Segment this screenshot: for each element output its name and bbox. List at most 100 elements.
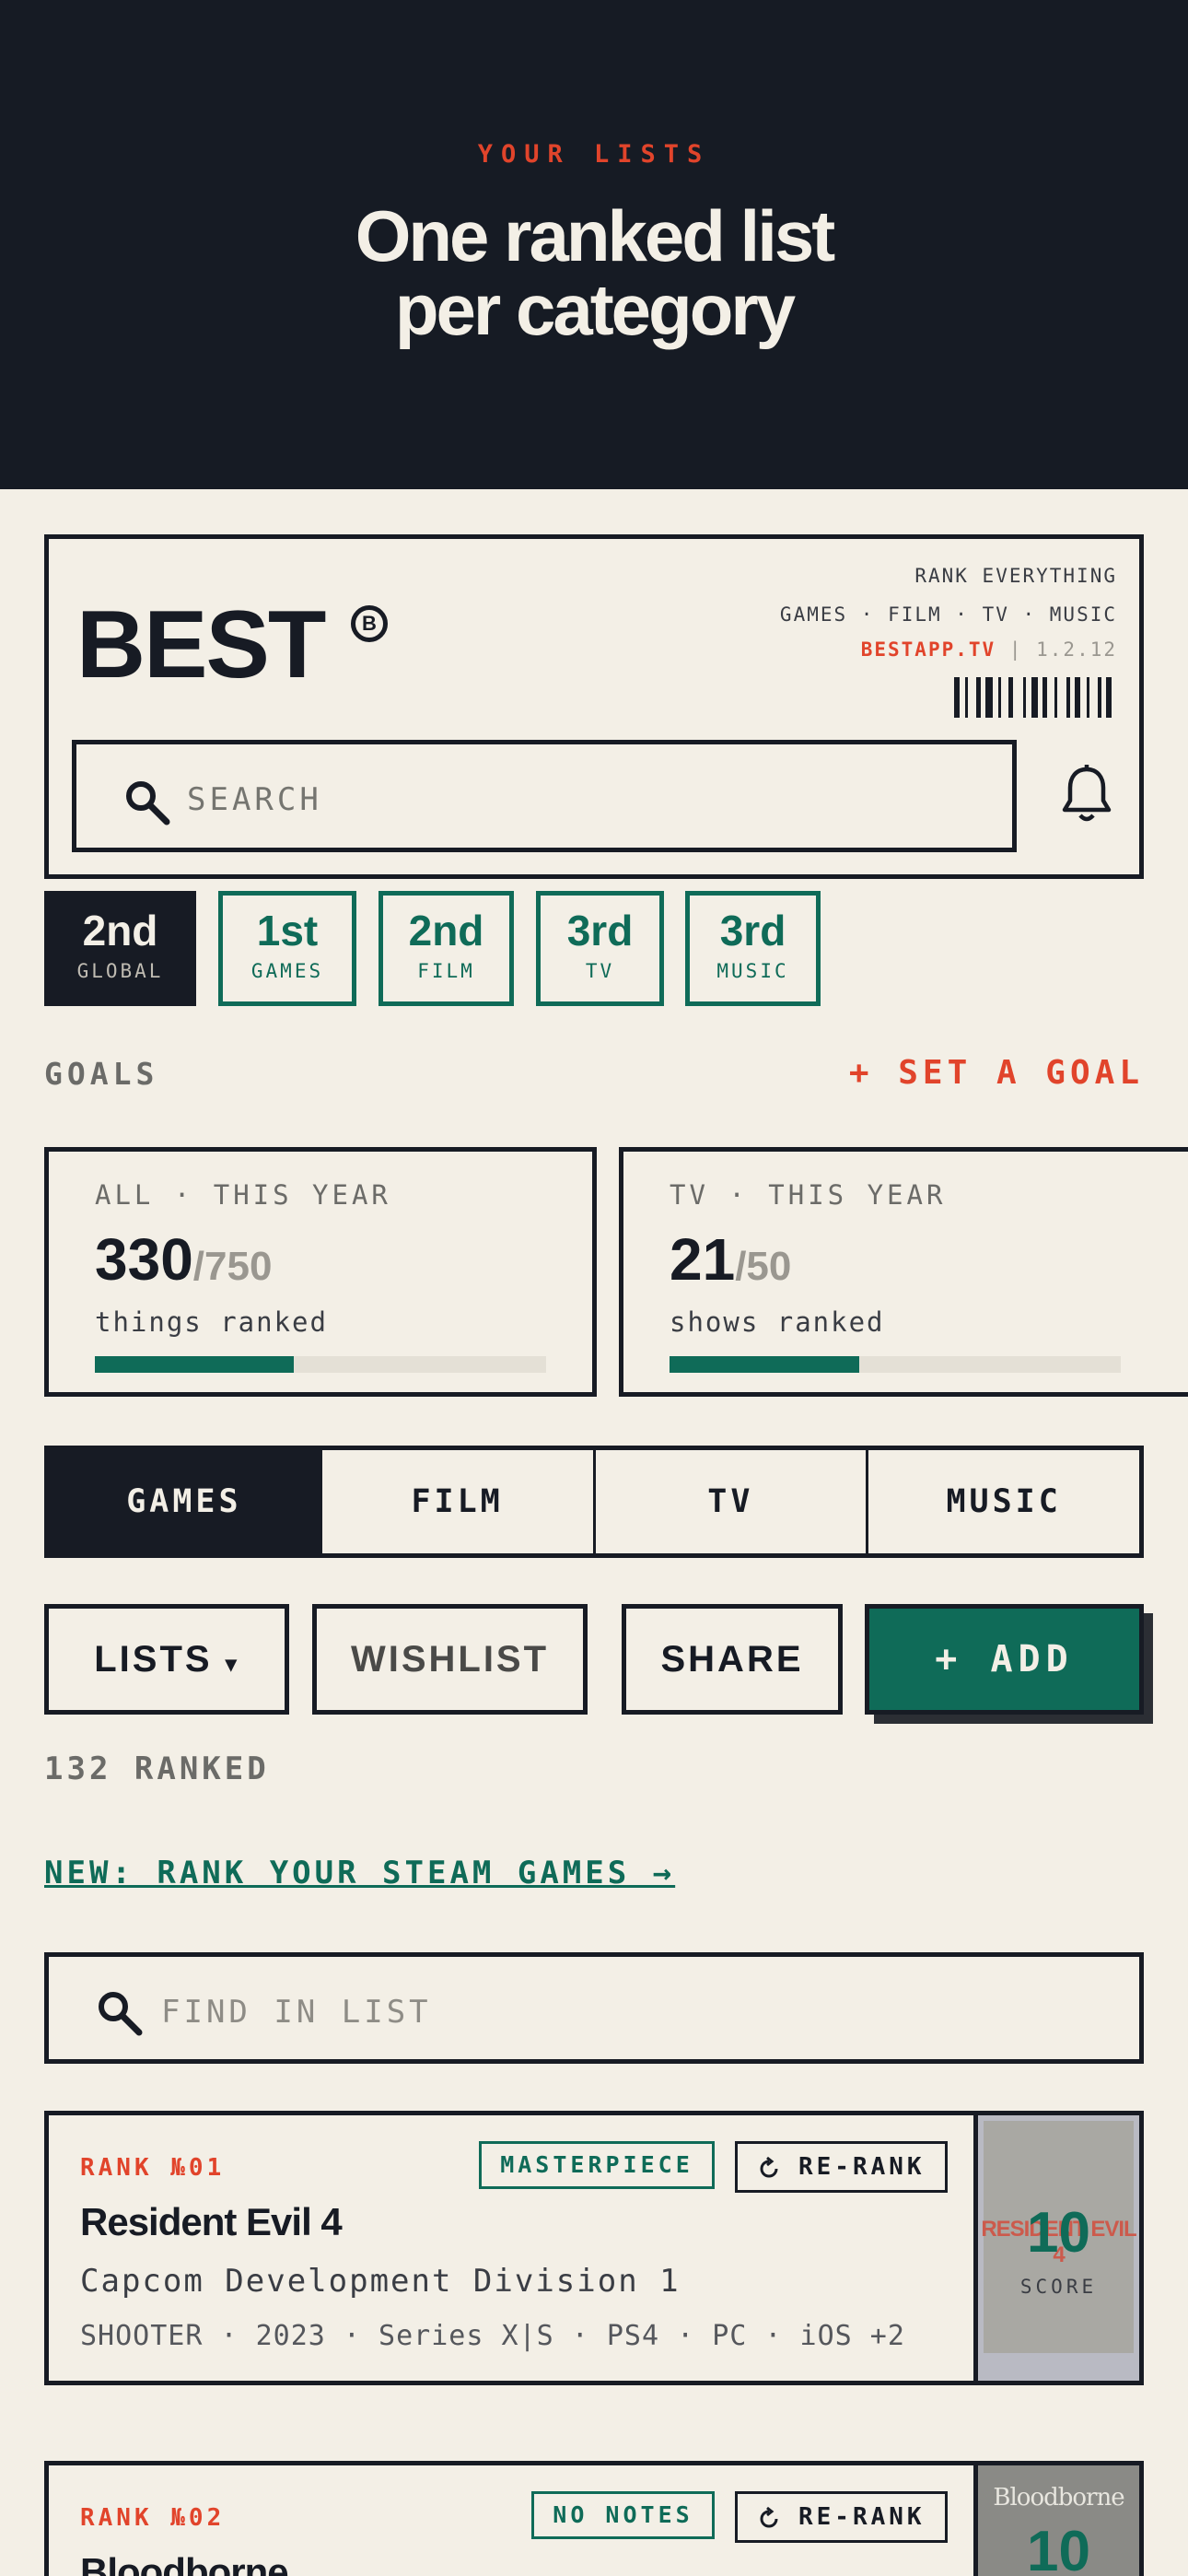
goal-progress-fill	[95, 1356, 294, 1373]
version-number: 1.2.12	[1036, 638, 1117, 661]
rerank-button[interactable]: RE-RANK	[735, 2491, 948, 2543]
search-icon	[99, 1992, 143, 2036]
tagline: RANK EVERYTHING	[914, 565, 1117, 587]
goal-category: ALL · THIS YEAR	[95, 1179, 391, 1211]
item-title: Bloodborne	[80, 2550, 289, 2576]
item-score: 10	[1027, 2520, 1090, 2576]
ranked-count: 132 RANKED	[44, 1751, 270, 1787]
list-item[interactable]: RANK №02 NO NOTES RE-RANK Bloodborne Blo…	[44, 2461, 1144, 2576]
rank-value: 3rd	[719, 907, 786, 954]
tab-film[interactable]: FILM	[319, 1450, 593, 1553]
item-studio: Capcom Development Division 1	[80, 2263, 681, 2300]
barcode-bar	[968, 677, 976, 718]
app-logo: BEST	[76, 591, 326, 698]
rank-label: FILM	[417, 960, 475, 982]
item-rank: RANK №02	[80, 2504, 226, 2532]
category-tabs: GAMES FILM TV MUSIC	[44, 1446, 1144, 1558]
list-item[interactable]: RANK №01 MASTERPIECE RE-RANK Resident Ev…	[44, 2111, 1144, 2385]
brand-card: BEST B RANK EVERYTHING GAMES · FILM · TV…	[44, 534, 1144, 879]
rank-badge-music[interactable]: 3rd MUSIC	[685, 891, 821, 1006]
rank-value: 2nd	[82, 907, 158, 954]
barcode-bar	[1057, 677, 1066, 718]
find-input[interactable]: FIND IN LIST	[161, 1994, 432, 2031]
site-version: BESTAPP.TV | 1.2.12	[861, 638, 1117, 661]
rerank-label: RE-RANK	[798, 2153, 926, 2181]
refresh-icon	[760, 2506, 778, 2528]
steam-import-link[interactable]: NEW: RANK YOUR STEAM GAMES →	[44, 1855, 675, 1891]
search-icon	[126, 781, 170, 825]
registered-mark: B	[351, 605, 388, 642]
barcode-bar	[1080, 677, 1087, 718]
lists-label: LISTS	[94, 1639, 213, 1680]
hero-eyebrow: YOUR LISTS	[477, 140, 711, 169]
bell-icon[interactable]	[1058, 764, 1115, 825]
lists-dropdown-button[interactable]: LISTS ▾	[44, 1604, 289, 1715]
item-score: 10	[1027, 2201, 1090, 2265]
barcode-bar	[1001, 677, 1008, 718]
item-meta: SHOOTER · 2023 · Series X|S · PS4 · PC ·…	[80, 2320, 905, 2352]
add-button[interactable]: + ADD	[865, 1604, 1144, 1715]
tab-music[interactable]: MUSIC	[866, 1450, 1139, 1553]
rank-value: 3rd	[566, 907, 634, 954]
item-cover: RESIDENT EVIL 4 10 SCORE	[973, 2115, 1139, 2381]
goal-progress-count: 21/50	[670, 1225, 791, 1294]
goal-description: things ranked	[95, 1306, 328, 1338]
rank-label: TV	[585, 960, 615, 982]
hero-title-line-2: per category	[394, 269, 796, 350]
goals-heading: GOALS	[44, 1056, 159, 1092]
goal-progress-bar	[95, 1356, 546, 1373]
barcode-bar	[985, 677, 993, 718]
hero-title-line-1: One ranked list	[355, 195, 836, 276]
separator: |	[1008, 638, 1023, 661]
goal-progress-count: 330/750	[95, 1225, 272, 1294]
rank-label: GAMES	[250, 960, 324, 982]
rank-badge-global[interactable]: 2nd GLOBAL	[44, 891, 196, 1006]
item-tag: MASTERPIECE	[479, 2141, 715, 2189]
goal-target: /750	[192, 1244, 273, 1289]
set-goal-button[interactable]: + SET A GOAL	[849, 1054, 1144, 1092]
rank-badge-games[interactable]: 1st GAMES	[218, 891, 356, 1006]
goal-count: 330	[95, 1226, 193, 1293]
barcode-bar	[1089, 677, 1098, 718]
barcode-bar	[1031, 677, 1038, 718]
item-cover: Bloodborne 10	[973, 2465, 1139, 2576]
goal-progress-fill	[670, 1356, 859, 1373]
categories-line: GAMES · FILM · TV · MUSIC	[779, 603, 1117, 626]
cover-art-text: Bloodborne	[993, 2484, 1124, 2512]
barcode-bar	[1013, 677, 1023, 718]
rerank-button[interactable]: RE-RANK	[735, 2141, 948, 2193]
goal-category: TV · THIS YEAR	[670, 1179, 947, 1211]
search-input[interactable]: SEARCH	[187, 781, 322, 818]
rank-badge-tv[interactable]: 3rd TV	[536, 891, 664, 1006]
wishlist-button[interactable]: WISHLIST	[312, 1604, 588, 1715]
site-link[interactable]: BESTAPP.TV	[861, 638, 996, 661]
search-bar[interactable]: SEARCH	[72, 740, 1017, 852]
caret-down-icon: ▾	[225, 1652, 239, 1677]
rank-label: MUSIC	[716, 960, 789, 982]
rank-badge-film[interactable]: 2nd FILM	[379, 891, 514, 1006]
hero-title: One ranked list per category	[0, 199, 1188, 346]
goal-card-tv[interactable]: TV · THIS YEAR 21/50 shows ranked	[619, 1147, 1188, 1397]
barcode-graphic	[954, 677, 1112, 718]
refresh-icon	[760, 2156, 778, 2178]
barcode-bar	[1047, 677, 1054, 718]
item-title: Resident Evil 4	[80, 2200, 343, 2243]
goal-progress-bar	[670, 1356, 1121, 1373]
item-rank: RANK №01	[80, 2154, 226, 2182]
tab-games[interactable]: GAMES	[49, 1450, 320, 1553]
score-label: SCORE	[1019, 2276, 1098, 2298]
rank-value: 2nd	[408, 907, 484, 954]
rerank-label: RE-RANK	[798, 2503, 926, 2531]
barcode-bar	[1106, 677, 1112, 718]
share-button[interactable]: SHARE	[622, 1604, 843, 1715]
tab-tv[interactable]: TV	[592, 1450, 867, 1553]
rank-value: 1st	[256, 907, 319, 954]
hero-banner: YOUR LISTS One ranked list per category	[0, 0, 1188, 489]
item-tag: NO NOTES	[531, 2491, 715, 2539]
goal-target: /50	[735, 1244, 792, 1289]
goal-description: shows ranked	[670, 1306, 885, 1338]
rank-label: GLOBAL	[76, 960, 164, 982]
find-in-list-bar[interactable]: FIND IN LIST	[44, 1952, 1144, 2064]
goal-card-all[interactable]: ALL · THIS YEAR 330/750 things ranked	[44, 1147, 597, 1397]
goal-count: 21	[670, 1226, 736, 1293]
